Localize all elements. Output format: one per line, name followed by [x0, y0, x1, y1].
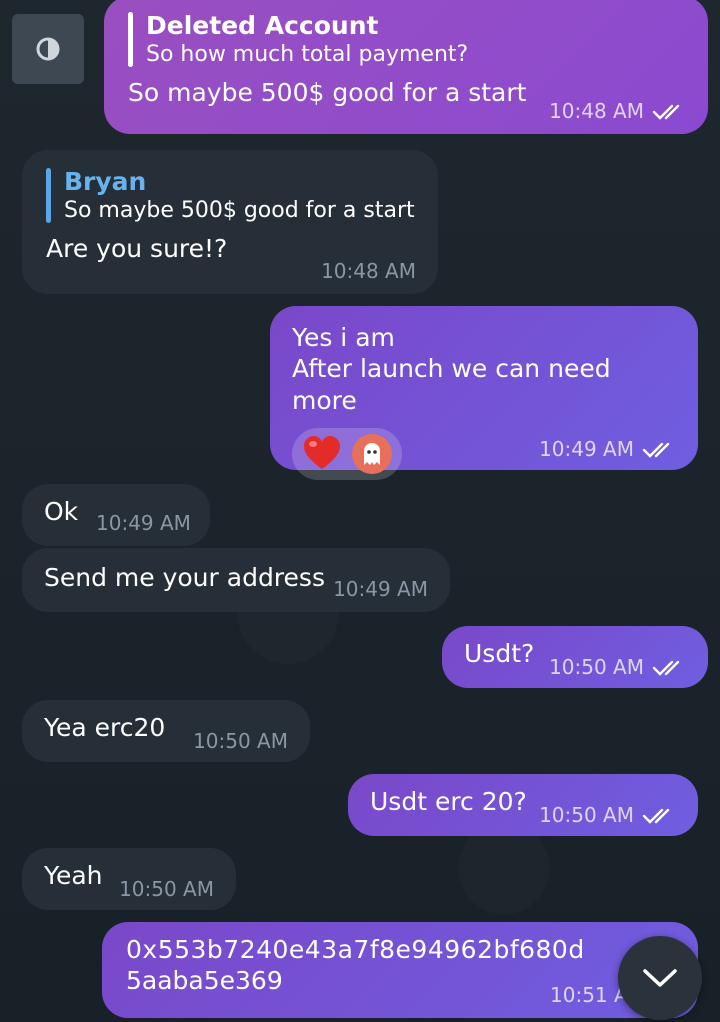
double-check-icon	[642, 808, 670, 824]
message-time: 10:50 AM	[549, 655, 686, 680]
double-check-icon	[652, 104, 680, 120]
message-bubble-incoming[interactable]: Bryan So maybe 500$ good for a start Are…	[22, 150, 438, 294]
time-label: 10:48 AM	[549, 99, 644, 123]
message-time: 10:50 AM	[539, 803, 676, 828]
message-text: Ok	[44, 497, 79, 526]
message-bubble-incoming[interactable]: Yeah 10:50 AM	[22, 848, 236, 910]
message-line: Yes i am	[292, 323, 395, 352]
theme-toggle-button[interactable]	[12, 14, 84, 84]
scroll-down-button[interactable]	[618, 936, 702, 1020]
reply-sender-name: Bryan	[64, 167, 147, 196]
message-line: 0x553b7240e43a7f8e94962bf680d	[126, 935, 585, 964]
reply-quote[interactable]: Bryan So maybe 500$ good for a start	[46, 166, 418, 225]
time-label: 10:51 A	[550, 983, 628, 1007]
message-bubble-outgoing[interactable]: Usdt erc 20? 10:50 AM	[348, 774, 698, 836]
message-time: 10:50 AM	[193, 729, 288, 754]
message-bubble-outgoing[interactable]: Yes i am After launch we can need more 1…	[270, 306, 698, 480]
time-label: 10:48 AM	[321, 259, 416, 283]
time-label: 10:49 AM	[96, 511, 191, 535]
message-line: After launch we can need more	[292, 354, 611, 415]
message-time: 10:49 AM	[96, 511, 191, 536]
time-label: 10:50 AM	[193, 729, 288, 753]
message-bubble-outgoing[interactable]: 0x553b7240e43a7f8e94962bf680d 5aaba5e369…	[102, 922, 698, 1018]
message-time: 10:50 AM	[119, 877, 214, 902]
message-time: 10:49 AM	[539, 437, 676, 462]
time-label: 10:49 AM	[539, 437, 634, 461]
reply-text: So maybe 500$ good for a start	[64, 198, 415, 224]
message-text: Usdt erc 20?	[370, 787, 527, 816]
time-label: 10:50 AM	[539, 803, 634, 827]
double-check-icon	[652, 660, 680, 676]
message-text: Usdt?	[464, 639, 535, 668]
message-bubble-incoming[interactable]: Ok 10:49 AM	[22, 484, 210, 546]
message-time: 10:48 AM	[321, 259, 416, 284]
message-text: Yeah	[44, 861, 103, 890]
message-bubble-outgoing[interactable]: Deleted Account So how much total paymen…	[104, 0, 708, 134]
ghost-emoji-icon[interactable]	[352, 433, 392, 474]
double-check-icon	[642, 442, 670, 458]
reply-text: So how much total payment?	[146, 42, 469, 68]
reactions-bar[interactable]	[292, 427, 402, 480]
message-time: 10:49 AM	[333, 577, 428, 602]
message-bubble-incoming[interactable]: Send me your address 10:49 AM	[22, 548, 450, 612]
time-label: 10:49 AM	[333, 577, 428, 601]
reply-sender-name: Deleted Account	[146, 11, 379, 40]
message-text: Send me your address	[44, 563, 325, 592]
time-label: 10:50 AM	[549, 655, 644, 679]
reply-quote[interactable]: Deleted Account So how much total paymen…	[128, 10, 688, 69]
contrast-icon	[36, 37, 60, 61]
message-bubble-incoming[interactable]: Yea erc20 10:50 AM	[22, 700, 310, 762]
time-label: 10:50 AM	[119, 877, 214, 901]
heart-emoji-icon[interactable]	[302, 434, 342, 474]
message-time: 10:48 AM	[549, 99, 686, 124]
chevron-down-icon	[643, 969, 677, 987]
message-bubble-outgoing[interactable]: Usdt? 10:50 AM	[442, 626, 708, 688]
message-text: Yea erc20	[44, 713, 166, 742]
message-time: 10:51 A	[550, 983, 628, 1008]
